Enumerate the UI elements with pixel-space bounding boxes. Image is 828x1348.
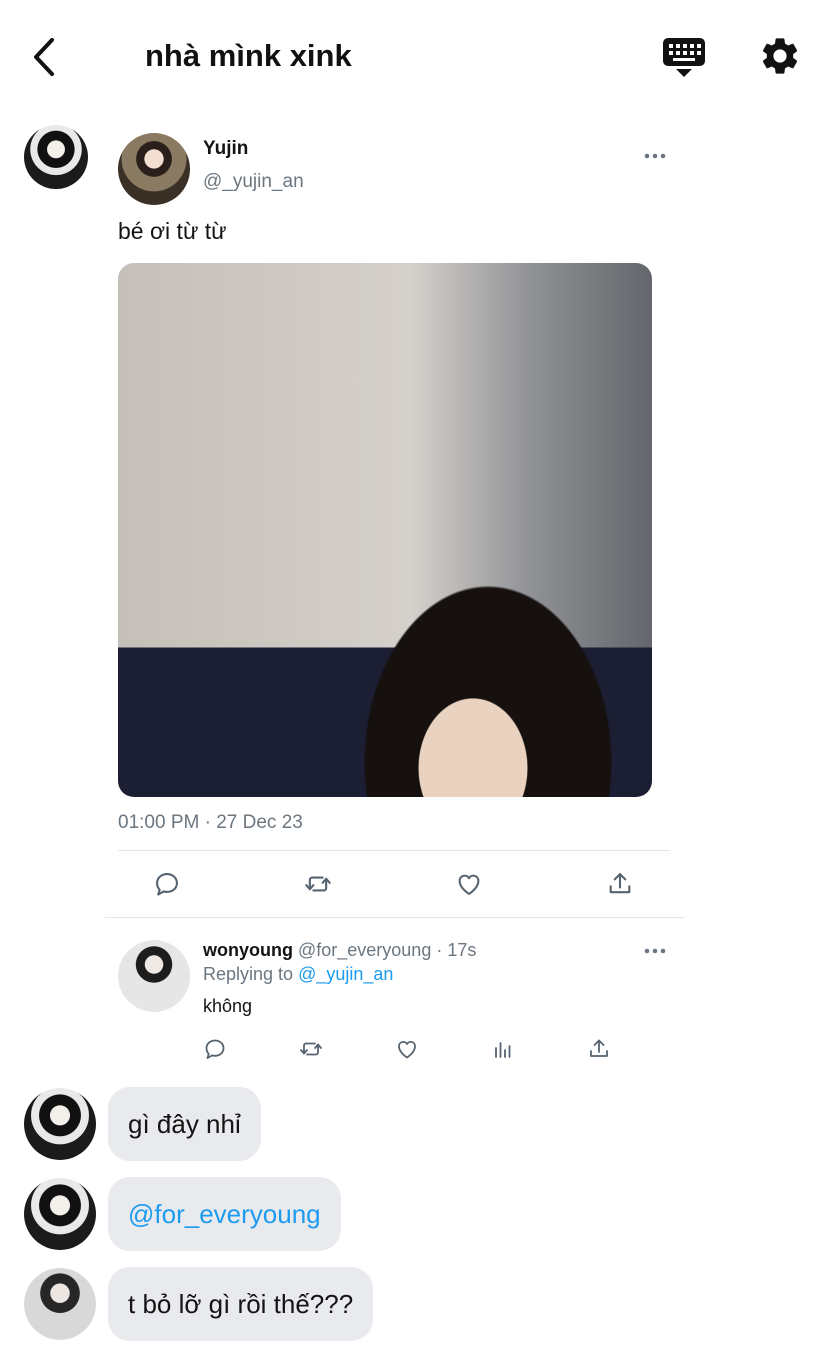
sender-avatar[interactable] [24,1088,96,1160]
share-icon[interactable] [587,1037,611,1061]
chat-title: nhà mìnk xink [145,38,352,73]
sender-avatar[interactable] [24,1268,96,1340]
replying-to-mention[interactable]: @_yujin_an [298,964,393,984]
gear-icon[interactable] [758,34,802,78]
sender-avatar[interactable] [24,125,88,189]
reply-text: không [203,996,253,1016]
message-bubble[interactable]: gì đây nhỉ [108,1087,261,1161]
back-chevron-icon[interactable] [28,36,62,78]
tweet-author-avatar[interactable] [118,133,190,205]
tweet-photo[interactable] [118,263,652,797]
more-options-icon[interactable] [644,947,666,955]
tweet-timestamp: 01:00 PM · 27 Dec 23 [118,812,303,833]
tweet-author-handle[interactable]: @_yujin_an [203,171,304,193]
tweet-author-name[interactable]: Yujin [203,138,248,160]
tweet-text: bé ơi từ từ [118,218,227,244]
message-bubble[interactable]: t bỏ lỡ gì rồi thế??? [108,1267,374,1341]
analytics-icon[interactable] [491,1037,515,1061]
reply-icon[interactable] [153,870,181,898]
retweet-icon[interactable] [304,870,332,898]
sender-avatar[interactable] [24,1178,96,1250]
reply-icon[interactable] [203,1037,227,1061]
replying-to-label: Replying to [203,964,299,984]
like-icon[interactable] [455,870,483,898]
like-icon[interactable] [395,1037,419,1061]
divider [105,917,685,918]
reply-meta: @for_everyoung · 17s [292,940,477,960]
divider [118,850,670,851]
retweet-icon[interactable] [299,1037,323,1061]
replying-to-line: Replying to @_yujin_an [203,964,393,985]
share-icon[interactable] [606,870,634,898]
more-options-icon[interactable] [644,152,666,160]
reply-header: wonyoung @for_everyoung · 17s [203,940,476,961]
message-bubble-mention[interactable]: @for_everyoung [108,1177,341,1251]
reply-author-name[interactable]: wonyoung [203,940,293,960]
keyboard-icon[interactable] [661,36,707,78]
reply-author-avatar[interactable] [118,940,190,1012]
